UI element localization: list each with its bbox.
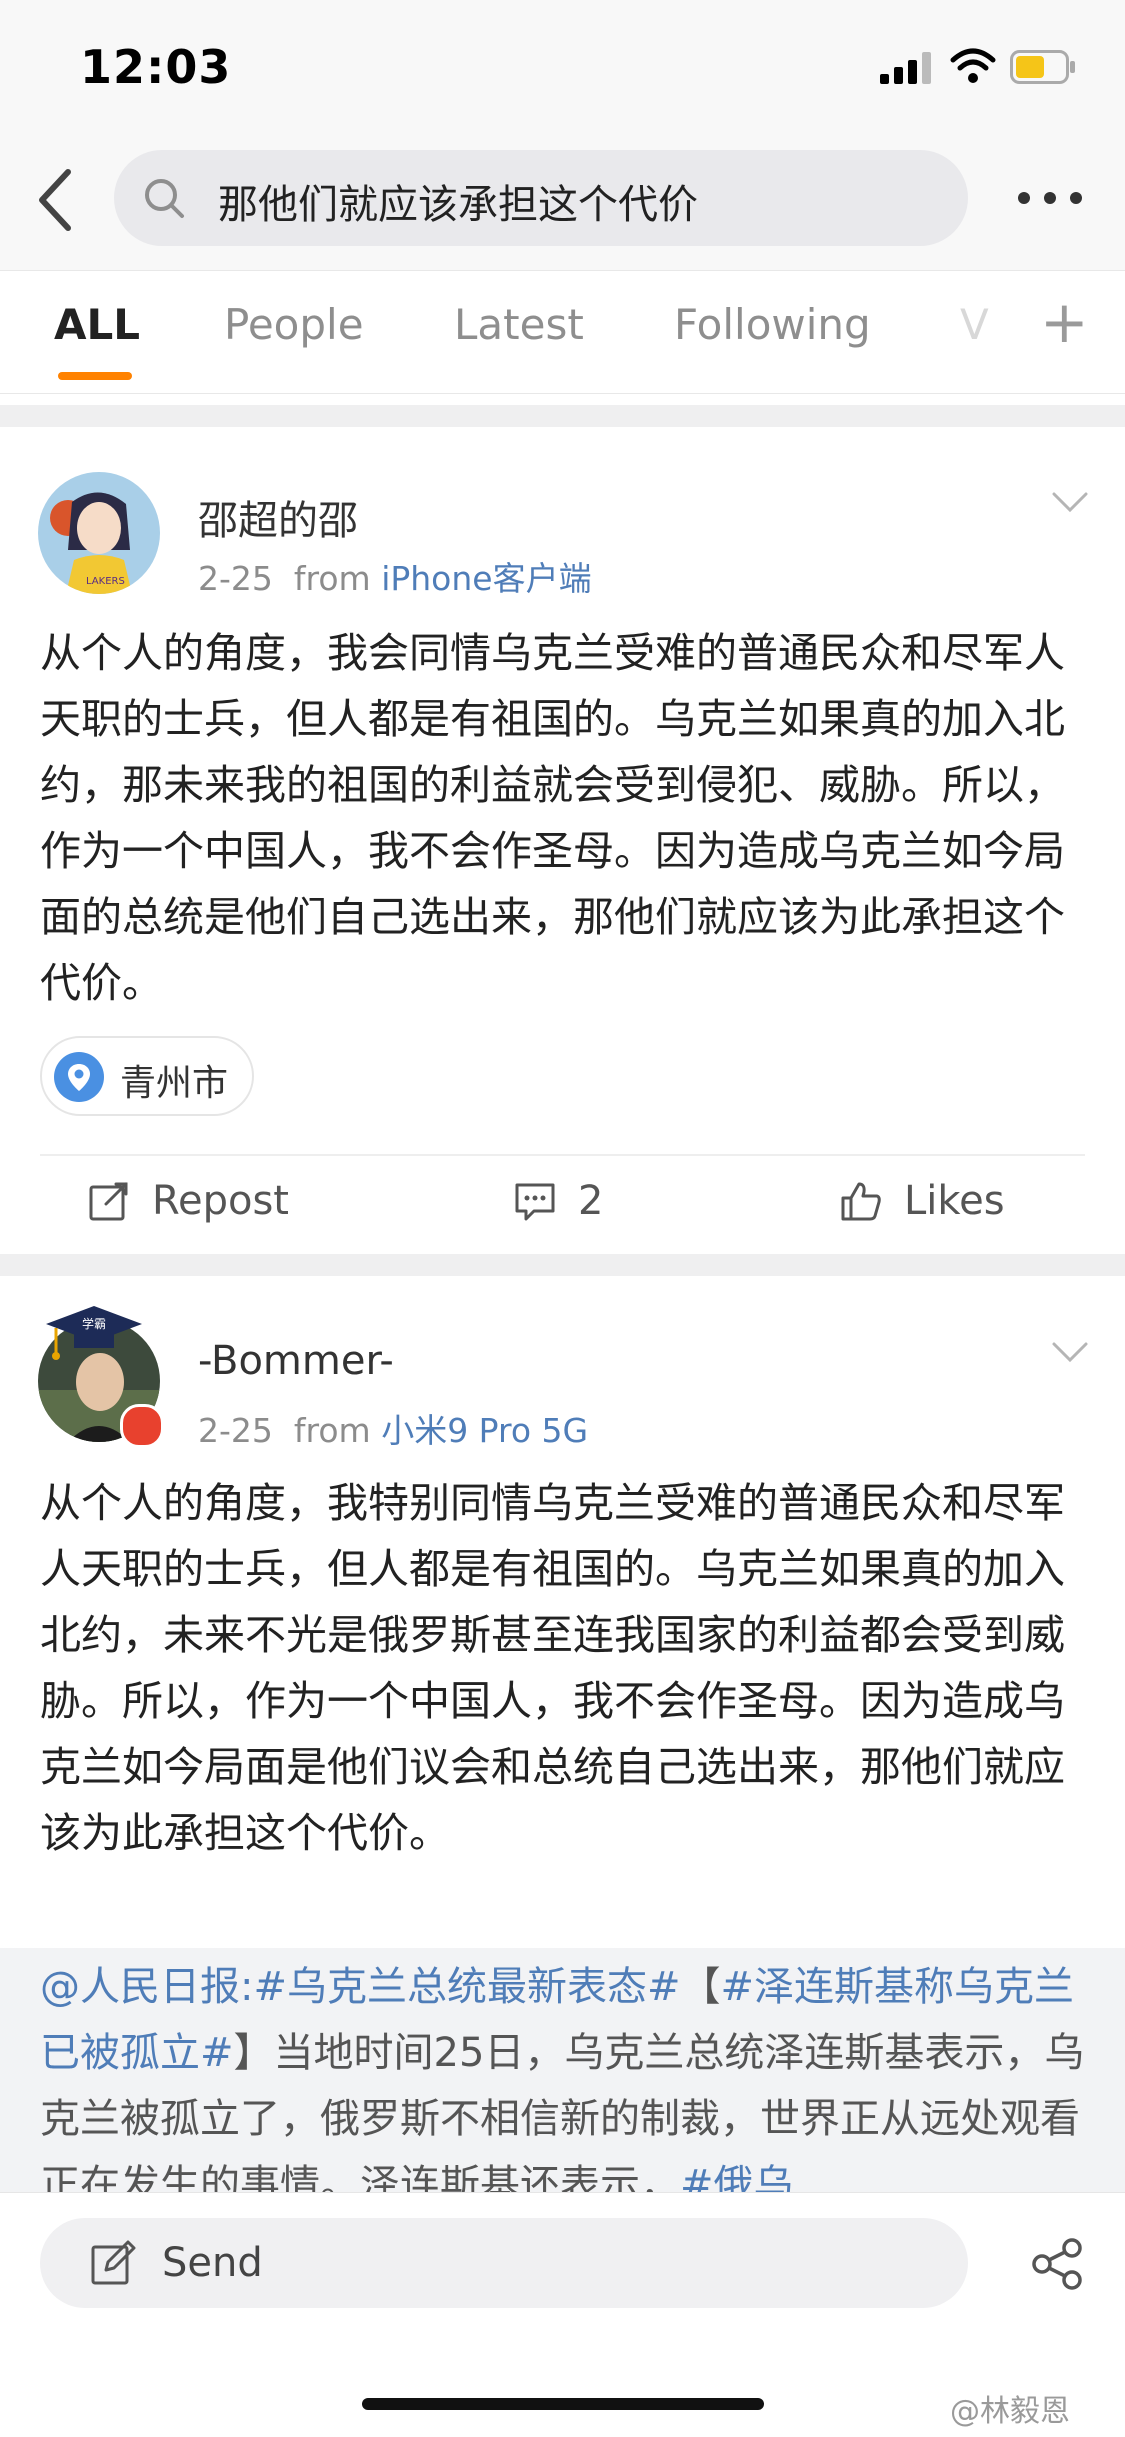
svg-text:学霸: 学霸 [82,1316,106,1331]
post-from: from [293,559,371,598]
share-icon[interactable] [1030,2236,1086,2292]
repost-icon[interactable] [88,1180,130,1222]
wifi-icon [950,48,996,83]
post-username[interactable]: -Bommer- [198,1338,394,1384]
send-label[interactable]: Send [162,2240,263,2286]
likes-button[interactable]: Likes [904,1178,1005,1224]
location-label: 青州市 [120,1063,229,1104]
divider [40,1154,1085,1156]
post-from: from [293,1411,371,1450]
tab-people[interactable]: People [224,300,364,349]
post-source[interactable]: 小米9 Pro 5G [381,1411,588,1450]
repost-button[interactable]: Repost [152,1178,289,1224]
graduation-cap-icon: 学霸 [46,1306,142,1360]
post-date: 2-25 [198,1411,273,1450]
edit-icon [91,2240,136,2285]
svg-text:LAKERS: LAKERS [86,576,125,587]
tab-all[interactable]: ALL [54,300,140,349]
search-query[interactable]: 那他们就应该承担这个代价 [218,172,698,230]
avatar[interactable]: LAKERS [38,472,160,594]
post-text: 从个人的角度，我特别同情乌克兰受难的普通民众和尽军人天职的士兵，但人都是有祖国的… [40,1479,1065,1857]
verified-badge [120,1404,164,1448]
battery-icon [1010,50,1075,84]
chevron-down-icon[interactable] [1050,490,1090,514]
chevron-down-icon[interactable] [1050,1340,1090,1364]
section-separator [0,405,1125,427]
tab-latest[interactable]: Latest [454,300,584,349]
signal-icon [880,52,931,84]
add-tab-button[interactable]: + [1040,288,1089,356]
back-button[interactable] [30,160,80,240]
more-options-button[interactable] [1010,176,1090,220]
tab-active-indicator [58,372,132,380]
watermark: @林毅恩 [950,2394,1070,2429]
post-source[interactable]: iPhone客户端 [381,559,591,598]
post-text: 从个人的角度，我会同情乌克兰受难的普通民众和尽军人天职的士兵，但人都是有祖国的。… [40,629,1065,1007]
search-icon [145,179,184,218]
mention-link[interactable]: @人民日报: [40,1964,253,2010]
post-date: 2-25 [198,559,273,598]
section-separator [0,1254,1125,1276]
tab-following[interactable]: Following [674,300,871,349]
hashtag-link[interactable]: #乌克兰总统最新表态# [253,1964,680,2010]
post-username[interactable]: 邵超的邵 [198,488,358,546]
home-indicator [362,2398,764,2410]
quoted-text[interactable]: @人民日报:#乌克兰总统最新表态#【#泽连斯基称乌克兰已被孤立#】当地时间25日… [40,1954,1085,2218]
like-icon[interactable] [840,1180,882,1222]
comment-count[interactable]: 2 [578,1178,603,1224]
quote-bracket: 【 [680,1964,721,2010]
post-meta: 2-25 from 小米9 Pro 5G [198,1404,588,1452]
comment-icon[interactable] [514,1180,556,1222]
location-pin-icon [54,1052,104,1102]
tab-overflow[interactable]: V [960,300,989,349]
post-meta: 2-25 from iPhone客户端 [198,552,592,600]
status-time: 12:03 [80,40,232,94]
